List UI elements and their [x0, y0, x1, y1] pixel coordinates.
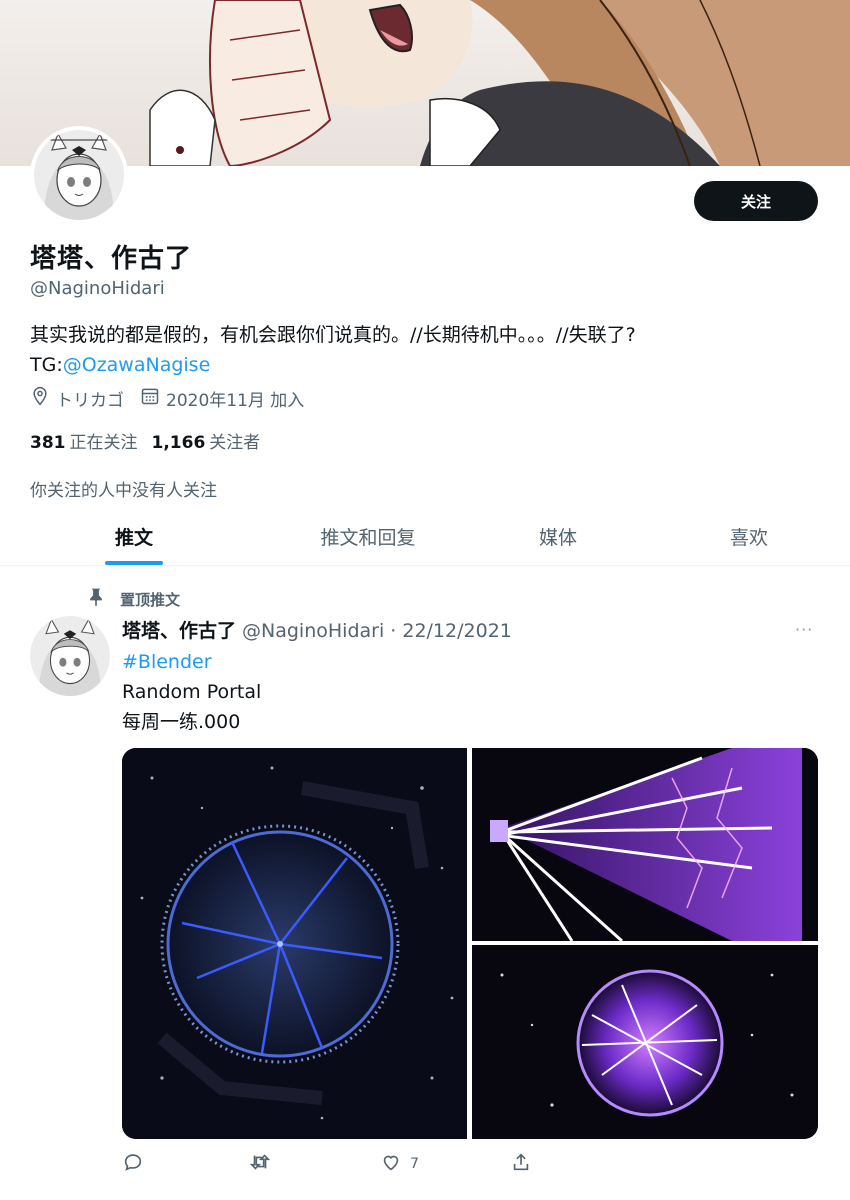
tweet-author-name[interactable]: 塔塔、作古了	[122, 616, 236, 643]
tweet-text: #Blender Random Portal 每周一练.000	[122, 647, 261, 737]
followers-count: 1,166	[151, 433, 206, 453]
profile-display-name: 塔塔、作古了	[30, 244, 193, 274]
tab-media[interactable]: 媒体	[468, 508, 648, 565]
retweet-button[interactable]	[248, 1151, 280, 1177]
tab-active-indicator	[105, 561, 163, 565]
profile-bio: 其实我说的都是假的，有机会跟你们说真的。//长期待机中。。。//失联了? TG:…	[30, 320, 820, 380]
following-stat[interactable]: 381 正在关注	[30, 428, 138, 453]
tweet-media-grid	[122, 748, 818, 1139]
share-button[interactable]	[510, 1151, 540, 1177]
reply-button[interactable]	[122, 1151, 152, 1177]
profile-location: トリカゴ	[30, 386, 124, 411]
tab-label: 媒体	[538, 527, 577, 549]
profile-banner[interactable]	[0, 0, 850, 166]
more-icon[interactable]: ···	[795, 620, 813, 639]
reply-icon	[122, 1151, 152, 1177]
tab-tweets[interactable]: 推文	[0, 508, 268, 565]
location-text: トリカゴ	[56, 391, 124, 411]
media-image-1[interactable]	[122, 748, 467, 1139]
bio-tg-line: TG:@OzawaNagise	[30, 350, 820, 380]
tab-label: 推文	[114, 527, 153, 549]
mutual-followers-note: 你关注的人中没有人关注	[30, 481, 217, 501]
profile-joined: 2020年11月 加入	[140, 386, 304, 411]
calendar-icon	[140, 386, 166, 411]
tab-tweets-replies[interactable]: 推文和回复	[268, 508, 468, 565]
profile-stats: 381 正在关注 1,166 关注者	[30, 428, 274, 453]
tweet-line-1: Random Portal	[122, 681, 262, 703]
joined-text: 2020年11月 加入	[166, 391, 305, 411]
tweet-line-2: 每周一练.000	[122, 711, 241, 733]
tweet-hashtag[interactable]: #Blender	[122, 647, 261, 677]
tab-label: 推文和回复	[320, 527, 416, 549]
pinned-label: 置顶推文	[120, 590, 181, 609]
tab-label: 喜欢	[729, 527, 768, 549]
follow-button[interactable]: 关注	[694, 181, 818, 221]
media-image-2[interactable]	[472, 748, 818, 941]
following-count: 381	[30, 433, 66, 453]
tab-likes[interactable]: 喜欢	[648, 508, 850, 565]
location-icon	[30, 386, 56, 411]
followers-stat[interactable]: 1,166 关注者	[152, 428, 261, 453]
bio-tg-link[interactable]: @OzawaNagise	[63, 354, 211, 376]
tweet-actions: 7	[122, 1150, 542, 1178]
pinned-indicator: 置顶推文	[86, 586, 180, 612]
profile-meta: トリカゴ 2020年11月 加入	[30, 386, 320, 411]
followers-label: 关注者	[209, 433, 261, 453]
bio-text: 其实我说的都是假的，有机会跟你们说真的。//长期待机中。。。//失联了?	[30, 324, 636, 346]
like-icon	[380, 1151, 410, 1177]
media-image-3[interactable]	[472, 945, 818, 1139]
pin-icon	[86, 586, 120, 612]
bio-tg-prefix: TG:	[30, 354, 63, 376]
profile-handle: @NaginoHidari	[30, 278, 165, 299]
retweet-icon	[248, 1151, 280, 1177]
tweet-header: 塔塔、作古了 @NaginoHidari · 22/12/2021	[122, 616, 512, 643]
tweet-author-handle-date[interactable]: @NaginoHidari · 22/12/2021	[242, 620, 512, 642]
profile-tabs: 推文 推文和回复 媒体 喜欢	[0, 508, 850, 566]
following-label: 正在关注	[69, 433, 138, 453]
profile-avatar[interactable]	[30, 126, 128, 224]
like-count: 7	[410, 1156, 419, 1172]
tweet-author-avatar[interactable]	[30, 616, 110, 696]
share-icon	[510, 1151, 540, 1177]
like-button[interactable]: 7	[380, 1151, 419, 1177]
